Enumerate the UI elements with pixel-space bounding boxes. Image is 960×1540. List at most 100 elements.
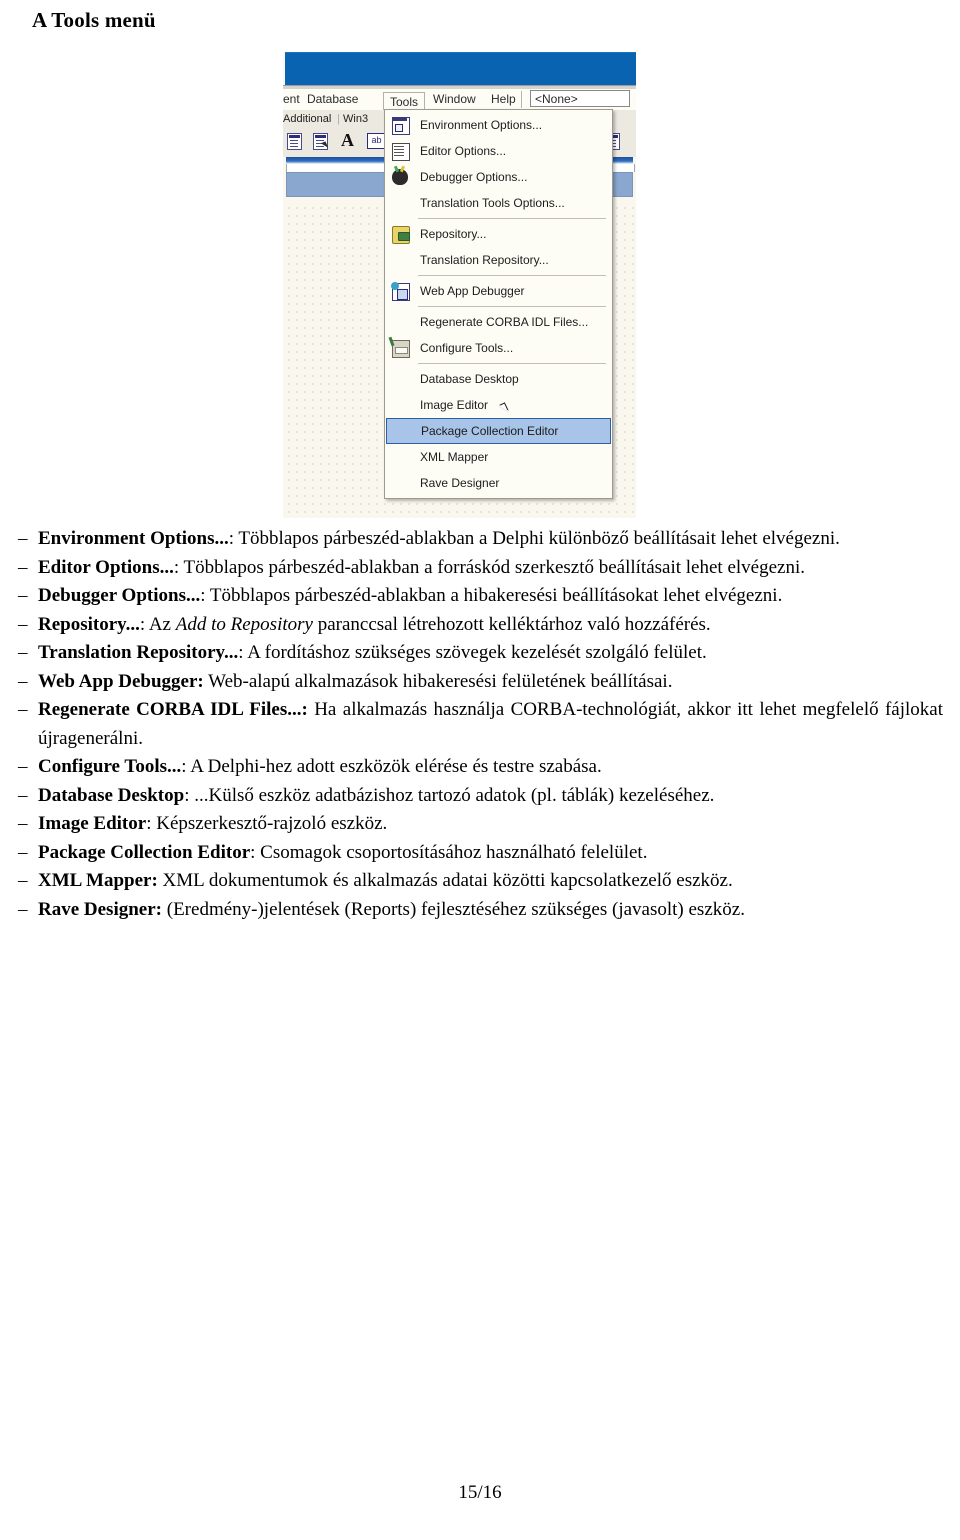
- menu-item-label: Environment Options...: [420, 118, 543, 132]
- palette-tab-additional[interactable]: Additional: [283, 113, 331, 125]
- term-description: : Többlapos párbeszéd-ablakban a forrásk…: [173, 556, 805, 578]
- bullet-dash: –: [18, 784, 28, 806]
- menu-item-label: Configure Tools...: [420, 341, 514, 355]
- term-label: Package Collection Editor: [38, 841, 251, 863]
- menu-separator: [418, 218, 606, 219]
- bullet-dash: –: [18, 642, 28, 663]
- term-description: (Eredmény-)jelentések (Reports) fejleszt…: [162, 898, 745, 920]
- page-number: 15/16: [458, 1482, 502, 1503]
- term-description: : Képszerkesztő-rajzoló eszköz.: [146, 813, 388, 834]
- bullet-dash: –: [18, 699, 28, 720]
- editor-options-icon: [392, 143, 410, 161]
- palette-tab-divider: |: [337, 113, 340, 125]
- environment-options-icon: [392, 117, 410, 135]
- menu-item-editor-options[interactable]: Editor Options...: [385, 138, 612, 164]
- menu-item-environment-options[interactable]: Environment Options...: [385, 112, 612, 138]
- menu-item-label: Editor Options...: [420, 144, 507, 158]
- list-item: – Translation Repository...: A fordításh…: [18, 639, 943, 668]
- bullet-dash: –: [18, 556, 28, 578]
- menu-item-configure-tools[interactable]: Configure Tools...: [385, 335, 612, 361]
- list-item: – Rave Designer: (Eredmény-)jelentések (…: [18, 896, 943, 925]
- term-description: : Többlapos párbeszéd-ablakban a Delphi …: [228, 528, 840, 549]
- menu-item-rave-designer[interactable]: Rave Designer: [385, 470, 612, 496]
- list-item: – Repository...: Az Add to Repository pa…: [18, 611, 943, 640]
- menu-item-label: Database Desktop: [420, 372, 519, 386]
- menu-item-label: Web App Debugger: [420, 284, 525, 298]
- bullet-dash: –: [18, 670, 28, 692]
- list-item: – Image Editor: Képszerkesztő-rajzoló es…: [18, 810, 943, 839]
- menu-separator: [418, 306, 606, 307]
- menu-item-repository[interactable]: Repository...: [385, 221, 612, 247]
- list-item: – Database Desktop: ...Külső eszköz adat…: [18, 782, 943, 811]
- menu-item-package-collection-editor[interactable]: Package Collection Editor: [386, 418, 611, 444]
- page-title: A Tools menü: [32, 8, 156, 32]
- menu-item-database-desktop[interactable]: Database Desktop: [385, 366, 612, 392]
- menu-separator: [418, 275, 606, 276]
- bullet-dash: –: [18, 613, 28, 635]
- list-item: – Editor Options...: Többlapos párbeszéd…: [18, 554, 943, 583]
- delphi-ide-screenshot: ent Database Tools Window Help <None> Ad…: [283, 52, 636, 518]
- term-label: Rave Designer:: [38, 898, 162, 920]
- list-item: – Environment Options...: Többlapos párb…: [18, 525, 943, 554]
- menu-item-database[interactable]: Database: [307, 92, 358, 106]
- menu-item-debugger-options[interactable]: Debugger Options...: [385, 164, 612, 190]
- term-description: : A fordításhoz szükséges szövegek kezel…: [238, 642, 707, 663]
- menu-item-translation-tools-options[interactable]: Translation Tools Options...: [385, 190, 612, 216]
- palette-tab-win3[interactable]: Win3: [343, 113, 368, 125]
- term-description-pre: : Az: [139, 613, 176, 635]
- ide-menu-bar: ent Database Tools Window Help <None>: [283, 89, 636, 112]
- term-description: : ...Külső eszköz adatbázishoz tartozó a…: [184, 784, 715, 806]
- label-a-icon[interactable]: A: [341, 130, 354, 151]
- term-label: Environment Options...: [38, 528, 229, 549]
- tools-menu-description-list: – Environment Options...: Többlapos párb…: [18, 525, 943, 924]
- term-label: Database Desktop: [38, 784, 185, 806]
- menu-item-label: Package Collection Editor: [421, 424, 559, 438]
- term-description: Web-alapú alkalmazások hibakeresési felü…: [203, 670, 673, 692]
- term-label: Editor Options...: [38, 556, 174, 578]
- menu-item-label: Translation Tools Options...: [420, 196, 565, 210]
- menu-item-translation-repository[interactable]: Translation Repository...: [385, 247, 612, 273]
- build-config-combo[interactable]: <None>: [530, 90, 630, 107]
- list-item: – XML Mapper: XML dokumentumok és alkalm…: [18, 867, 943, 896]
- list-item: – Regenerate CORBA IDL Files...: Ha alka…: [18, 696, 943, 753]
- term-label: Web App Debugger:: [38, 670, 204, 692]
- list-item: – Configure Tools...: A Delphi-hez adott…: [18, 753, 943, 782]
- term-label: Debugger Options...: [38, 585, 201, 606]
- configure-tools-icon: [392, 340, 410, 358]
- menu-item-web-app-debugger[interactable]: Web App Debugger: [385, 278, 612, 304]
- menu-item-xml-mapper[interactable]: XML Mapper: [385, 444, 612, 470]
- list-item: – Package Collection Editor: Csomagok cs…: [18, 839, 943, 868]
- list-item: – Web App Debugger: Web-alapú alkalmazás…: [18, 668, 943, 697]
- menu-item-label: Repository...: [420, 227, 487, 241]
- debugger-options-icon: [392, 169, 408, 185]
- bullet-dash: –: [18, 870, 28, 891]
- menu-item-help[interactable]: Help: [491, 92, 516, 106]
- repository-icon: [392, 226, 410, 244]
- term-description-post: paranccsal létrehozott kelléktárhoz való…: [312, 613, 711, 635]
- menu-item-label: Regenerate CORBA IDL Files...: [420, 315, 589, 329]
- menu-item-label: Image Editor: [420, 398, 489, 412]
- term-label: Image Editor: [38, 813, 147, 834]
- bullet-dash: –: [18, 813, 28, 834]
- term-description: : A Delphi-hez adott eszközök elérése és…: [181, 756, 602, 777]
- bullet-dash: –: [18, 528, 28, 549]
- menu-bar-divider: [521, 91, 523, 108]
- menu-item-window[interactable]: Window: [433, 92, 476, 106]
- term-label: Regenerate CORBA IDL Files...:: [38, 699, 308, 720]
- menu-item-label: XML Mapper: [420, 450, 489, 464]
- menu-item-label: Translation Repository...: [420, 253, 549, 267]
- bullet-dash: –: [18, 898, 28, 920]
- tools-dropdown-menu: Environment Options... Editor Options...…: [384, 109, 613, 499]
- list-item: – Debugger Options...: Többlapos párbesz…: [18, 582, 943, 611]
- form-list-icon[interactable]: [287, 133, 302, 150]
- menu-item-label: Debugger Options...: [420, 170, 528, 184]
- menu-item-regenerate-corba-idl-files[interactable]: Regenerate CORBA IDL Files...: [385, 309, 612, 335]
- bullet-dash: –: [18, 756, 28, 777]
- term-description: : Csomagok csoportosításához használható…: [250, 841, 648, 863]
- term-label: Translation Repository...: [38, 642, 239, 663]
- term-label: XML Mapper:: [38, 870, 158, 891]
- term-description: XML dokumentumok és alkalmazás adatai kö…: [157, 870, 733, 891]
- term-label: Repository...: [38, 613, 140, 635]
- menu-item-environment-truncated[interactable]: ent: [283, 92, 300, 106]
- menu-separator: [418, 363, 606, 364]
